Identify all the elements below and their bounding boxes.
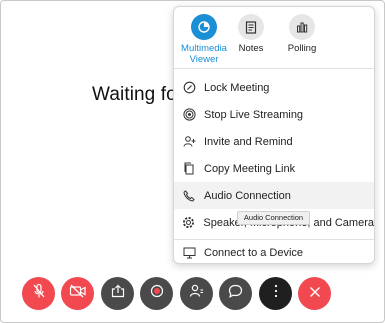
menu-item-label: Stop Live Streaming (204, 108, 304, 121)
record-button[interactable] (140, 277, 173, 310)
live-streaming-icon (182, 108, 196, 122)
polling-label: Polling (287, 43, 317, 54)
more-options-icon (274, 284, 278, 303)
menu-item-audio-connection[interactable]: Audio Connection (174, 182, 374, 209)
menu-item-connect-to-device[interactable]: Connect to a Device (174, 239, 374, 263)
copy-icon (182, 162, 196, 176)
end-meeting-button[interactable] (298, 277, 331, 310)
participants-button[interactable] (180, 277, 213, 310)
menu-item-stop-live-streaming[interactable]: Stop Live Streaming (174, 101, 374, 128)
lock-icon (182, 81, 196, 95)
menu-item-invite-and-remind[interactable]: Invite and Remind (174, 128, 374, 155)
menu-item-label: Lock Meeting (204, 81, 270, 94)
menu-item-label: Copy Meeting Link (204, 162, 296, 175)
multimedia-viewer-icon (191, 14, 217, 40)
more-options-menu: Multimedia Viewer Notes Polling Lock Mee… (173, 6, 375, 264)
polling-icon (289, 14, 315, 40)
notes-icon (238, 14, 264, 40)
polling-button[interactable]: Polling (272, 14, 332, 54)
menu-item-lock-meeting[interactable]: Lock Meeting (174, 74, 374, 101)
menu-item-label: Audio Connection (204, 189, 291, 202)
microphone-muted-icon (32, 283, 46, 304)
close-icon (309, 285, 321, 303)
participants-icon (189, 284, 204, 303)
phone-icon (182, 189, 196, 203)
device-icon (182, 246, 196, 260)
audio-connection-tooltip: Audio Connection (237, 211, 310, 225)
mute-button[interactable] (22, 277, 55, 310)
video-off-icon (69, 284, 87, 303)
record-icon (150, 284, 164, 303)
invite-icon (182, 135, 196, 149)
share-button[interactable] (101, 277, 134, 310)
menu-item-label: Invite and Remind (204, 135, 293, 148)
more-button[interactable] (259, 277, 292, 310)
menu-item-copy-meeting-link[interactable]: Copy Meeting Link (174, 155, 374, 182)
video-button[interactable] (61, 277, 94, 310)
share-icon (111, 284, 125, 303)
chat-button[interactable] (219, 277, 252, 310)
settings-gear-icon (182, 216, 195, 230)
menu-item-label: Connect to a Device (204, 246, 304, 259)
menu-top-row: Multimedia Viewer Notes Polling (174, 7, 374, 69)
chat-icon (228, 284, 243, 303)
